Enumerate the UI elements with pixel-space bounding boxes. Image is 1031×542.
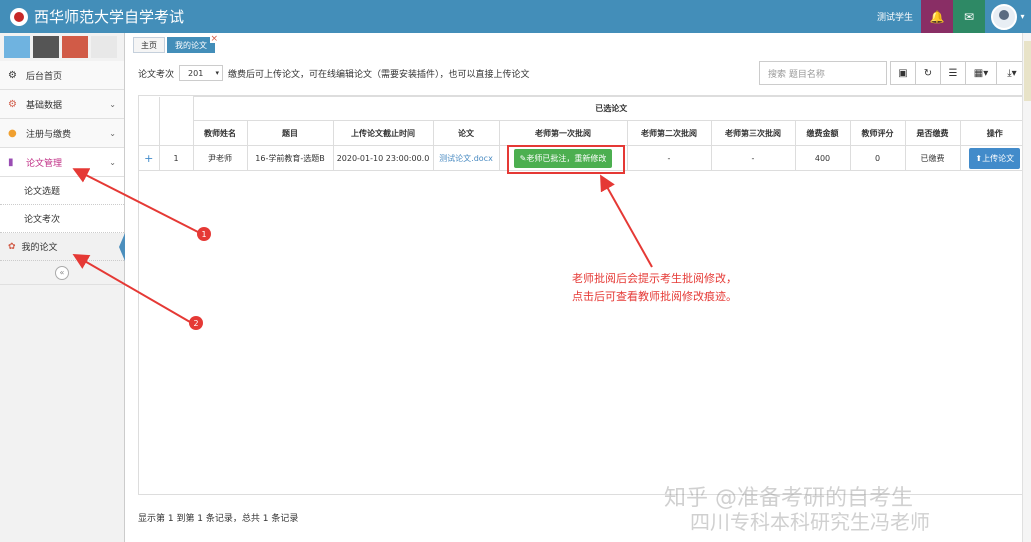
watermark-line-2: 四川专科本科研究生冯老师	[690, 510, 930, 534]
arrow-3	[600, 174, 653, 268]
arrow-1	[72, 168, 199, 233]
pagination-summary: 显示第 1 到第 1 条记录，总共 1 条记录	[138, 514, 299, 524]
annotation-text: 老师批阅后会提示考生批阅修改， 点击后可查看教师批阅修改痕迹。	[572, 270, 737, 306]
arrow-2	[72, 253, 191, 323]
annotation-line-2: 点击后可查看教师批阅修改痕迹。	[572, 290, 737, 303]
annotation-badge-1: 1	[197, 227, 211, 241]
vertical-scrollbar[interactable]	[1022, 33, 1031, 542]
annotation-arrows	[72, 168, 653, 323]
scrollbar-thumb[interactable]	[1024, 41, 1031, 101]
annotation-badge-2: 2	[189, 316, 203, 330]
annotation-line-1: 老师批阅后会提示考生批阅修改，	[572, 272, 737, 285]
